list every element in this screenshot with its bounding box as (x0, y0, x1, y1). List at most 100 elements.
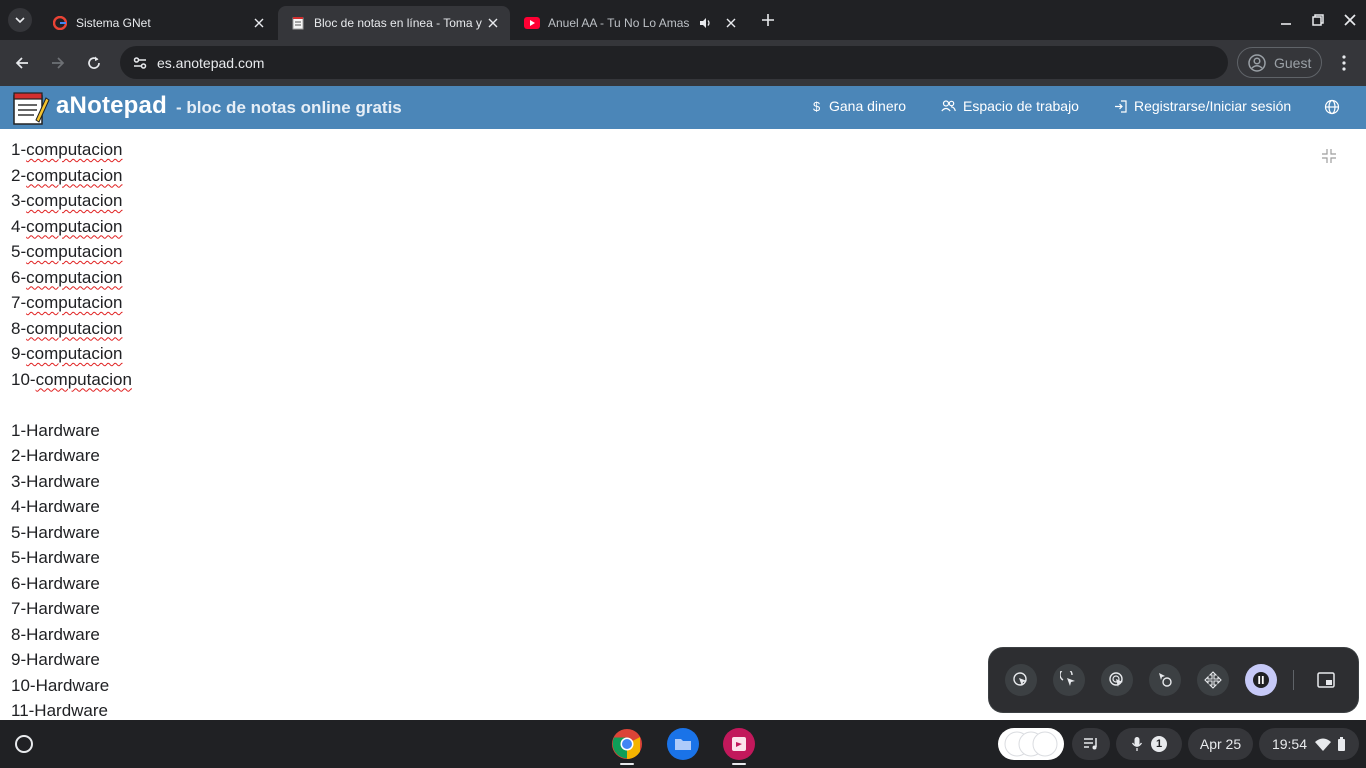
spelling-error-word[interactable]: computacion (26, 293, 122, 312)
profile-button[interactable]: Guest (1237, 47, 1322, 78)
close-window-button[interactable] (1340, 10, 1360, 30)
close-icon[interactable] (250, 14, 268, 32)
note-line: 4-computacion (11, 216, 123, 236)
spelling-error-word[interactable]: computacion (26, 140, 122, 159)
note-line: 4-Hardware (11, 497, 100, 516)
status-area[interactable]: 19:54 (1259, 728, 1359, 760)
notepad-logo-icon[interactable] (12, 90, 50, 126)
tab-search-button[interactable] (8, 8, 32, 32)
tab-bloc-de-notas[interactable]: Bloc de notas en línea - Toma y (278, 6, 510, 40)
spelling-error-word[interactable]: computacion (26, 344, 122, 363)
minimize-button[interactable] (1276, 10, 1296, 30)
address-bar[interactable]: es.anotepad.com (120, 46, 1228, 79)
dollar-icon: $ (812, 99, 822, 113)
exit-fullscreen-icon[interactable] (1320, 147, 1338, 165)
spelling-error-word[interactable]: computacion (26, 242, 122, 261)
move-icon (1204, 671, 1222, 689)
spelling-error-word[interactable]: computacion (26, 217, 122, 236)
note-line: 5-computacion (11, 242, 123, 261)
browser-menu-button[interactable] (1333, 51, 1355, 75)
scroll-button[interactable] (1197, 664, 1229, 696)
close-icon (1344, 14, 1356, 26)
nav-label: Espacio de trabajo (963, 98, 1079, 114)
account-circle-icon (1248, 53, 1266, 72)
microphone-icon (1131, 737, 1143, 751)
note-editor[interactable]: 1-computacion 2-computacion 3-computacion 4… (11, 137, 1311, 724)
back-button[interactable] (10, 51, 34, 75)
note-line: 6-computacion (11, 267, 123, 287)
users-icon (941, 100, 956, 112)
nav-label: Registrarse/Iniciar sesión (1134, 98, 1292, 114)
launcher-button[interactable] (10, 730, 38, 758)
spelling-error-word[interactable]: computacion (26, 166, 122, 185)
tab-sistema-gnet[interactable]: Sistema GNet (40, 6, 276, 40)
new-tab-button[interactable] (758, 10, 778, 30)
globe-icon[interactable] (1324, 99, 1340, 120)
mic-notification-pill[interactable]: 1 (1116, 728, 1182, 760)
files-icon (667, 728, 699, 760)
reload-button[interactable] (82, 51, 106, 75)
minimize-icon (1281, 23, 1291, 25)
forward-button[interactable] (46, 51, 70, 75)
overlapping-circles-icon (1004, 731, 1058, 757)
nav-espacio-de-trabajo[interactable]: Espacio de trabajo (941, 98, 1079, 114)
plus-icon (762, 14, 774, 26)
running-indicator (732, 763, 746, 765)
spelling-error-word[interactable]: computacion (26, 268, 122, 287)
pause-icon (1253, 672, 1269, 688)
tab-title: Anuel AA - Tu No Lo Amas (548, 16, 690, 30)
profile-label: Guest (1274, 54, 1312, 71)
note-line: 3-Hardware (11, 471, 100, 491)
phone-hub-pill[interactable] (998, 728, 1064, 760)
drag-button[interactable] (1149, 664, 1181, 696)
right-click-button[interactable] (1101, 664, 1133, 696)
screencast-app[interactable] (723, 728, 755, 760)
note-line: 1-computacion (11, 140, 123, 159)
system-shelf: 1 Apr 25 19:54 (0, 720, 1366, 768)
note-blank-line (11, 392, 1311, 418)
media-controls-button[interactable] (1072, 728, 1110, 760)
arrow-left-icon (15, 57, 28, 69)
drag-icon (1159, 673, 1172, 687)
browser-toolbar: es.anotepad.com Guest (0, 40, 1366, 86)
spelling-error-word[interactable]: computacion (26, 319, 122, 338)
site-settings-icon[interactable] (126, 49, 154, 77)
note-line: 9-computacion (11, 344, 123, 363)
url-text: es.anotepad.com (157, 54, 265, 71)
svg-text:$: $ (813, 99, 821, 113)
pause-button[interactable] (1245, 664, 1277, 696)
note-line: 2-computacion (11, 165, 123, 185)
restore-icon (1312, 14, 1324, 26)
note-line: 8-Hardware (11, 624, 100, 644)
note-line: 6-Hardware (11, 573, 100, 593)
date-pill[interactable]: Apr 25 (1188, 728, 1253, 760)
double-click-button[interactable] (1053, 664, 1085, 696)
note-line: 3-computacion (11, 191, 123, 210)
notification-count-badge: 1 (1151, 736, 1167, 752)
panel-divider (1293, 670, 1294, 690)
close-icon[interactable] (484, 14, 502, 32)
tab-title: Sistema GNet (76, 16, 151, 30)
note-line: 2-Hardware (11, 446, 100, 465)
picture-in-picture-icon (1317, 672, 1335, 688)
restore-button[interactable] (1308, 10, 1328, 30)
date-text: Apr 25 (1199, 736, 1242, 752)
speaker-icon[interactable] (698, 16, 712, 30)
spelling-error-word[interactable]: computacion (26, 191, 122, 210)
files-app[interactable] (667, 728, 699, 760)
spelling-error-word[interactable]: computacion (36, 370, 132, 389)
chrome-app[interactable] (611, 728, 643, 760)
nav-registrarse[interactable]: Registrarse/Iniciar sesión (1114, 98, 1291, 114)
note-line: 5-Hardware (11, 548, 100, 567)
left-click-button[interactable] (1005, 664, 1037, 696)
close-icon[interactable] (722, 14, 740, 32)
chrome-icon (612, 729, 642, 759)
panel-position-button[interactable] (1310, 664, 1342, 696)
battery-icon (1338, 737, 1346, 751)
site-brand[interactable]: aNotepad (56, 92, 167, 120)
nav-label: Gana dinero (829, 98, 907, 114)
launcher-circle-icon (15, 735, 33, 753)
nav-gana-dinero[interactable]: $ Gana dinero (812, 98, 906, 114)
screencast-icon (723, 728, 755, 760)
tab-youtube[interactable]: Anuel AA - Tu No Lo Amas (512, 6, 748, 40)
